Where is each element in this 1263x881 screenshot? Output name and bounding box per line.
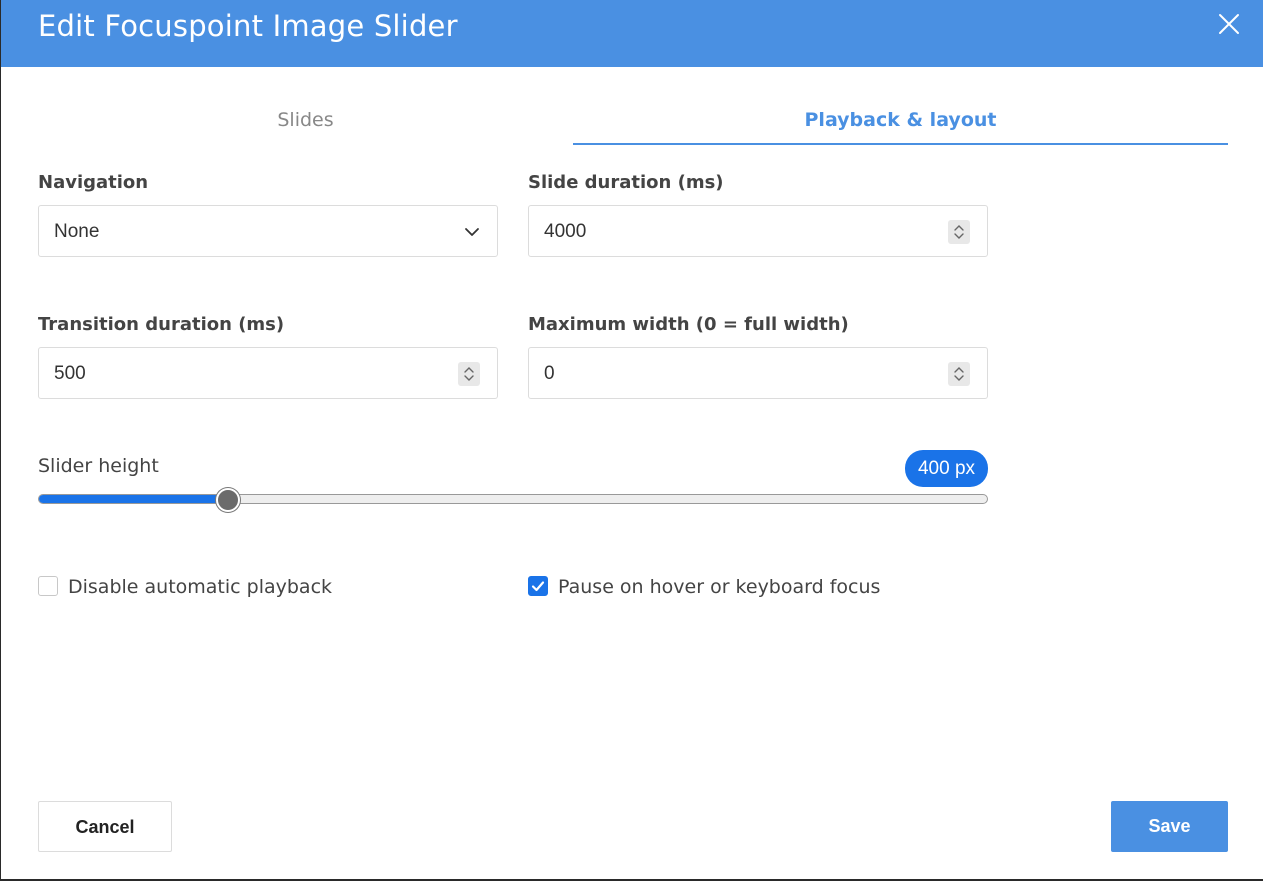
slider-height-fill xyxy=(39,495,229,503)
spinner-arrows-icon[interactable] xyxy=(948,220,970,244)
max-width-label: Maximum width (0 = full width) xyxy=(528,314,849,335)
spinner-arrows-icon[interactable] xyxy=(948,362,970,386)
pause-on-hover-checkbox[interactable] xyxy=(528,576,548,596)
disable-autoplay-checkbox[interactable] xyxy=(38,576,58,596)
tab-playback-layout[interactable]: Playback & layout xyxy=(573,100,1228,145)
slider-height-label: Slider height xyxy=(38,455,159,477)
navigation-label: Navigation xyxy=(38,172,149,193)
transition-duration-value: 500 xyxy=(54,363,86,384)
slider-height-thumb[interactable] xyxy=(216,488,240,512)
slider-height-track[interactable] xyxy=(38,494,988,504)
pause-on-hover-label: Pause on hover or keyboard focus xyxy=(558,576,881,598)
max-width-value: 0 xyxy=(544,363,555,384)
save-button[interactable]: Save xyxy=(1111,801,1228,852)
slide-duration-input[interactable]: 4000 xyxy=(528,205,988,257)
chevron-down-icon xyxy=(463,223,481,241)
dialog-title: Edit Focuspoint Image Slider xyxy=(38,9,458,43)
tab-bar: Slides Playback & layout xyxy=(38,100,1228,146)
edit-slider-dialog: Edit Focuspoint Image Slider Slides Play… xyxy=(0,0,1263,881)
navigation-select[interactable]: None xyxy=(38,205,498,257)
slide-duration-value: 4000 xyxy=(544,221,587,242)
max-width-input[interactable]: 0 xyxy=(528,347,988,399)
slide-duration-label: Slide duration (ms) xyxy=(528,172,724,193)
spinner-arrows-icon[interactable] xyxy=(458,362,480,386)
transition-duration-label: Transition duration (ms) xyxy=(38,314,285,335)
disable-autoplay-label: Disable automatic playback xyxy=(68,576,333,598)
tab-slides[interactable]: Slides xyxy=(38,100,573,145)
transition-duration-input[interactable]: 500 xyxy=(38,347,498,399)
cancel-button[interactable]: Cancel xyxy=(38,801,172,852)
close-icon[interactable] xyxy=(1215,10,1243,38)
navigation-value: None xyxy=(54,221,100,242)
checkmark-icon xyxy=(531,581,545,592)
dialog-header: Edit Focuspoint Image Slider xyxy=(1,0,1263,67)
slider-height-value-badge: 400 px xyxy=(905,450,988,487)
